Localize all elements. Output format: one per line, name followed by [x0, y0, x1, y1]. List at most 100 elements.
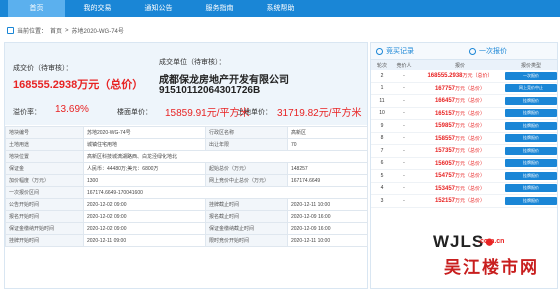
field-label: 保证金	[5, 162, 84, 175]
bid-price-number: 158557	[434, 135, 455, 142]
field-value: 2020-12-11 10:00	[287, 198, 368, 211]
bid-bidder: -	[403, 110, 405, 117]
bid-round: 7	[380, 147, 384, 154]
tab-one-time-bid[interactable]: 一次报价	[464, 46, 557, 56]
premium-label: 溢价率：	[13, 109, 41, 116]
bid-price-unit: 万元（总价）	[455, 98, 486, 105]
bid-bidder: -	[403, 197, 405, 204]
field-value: 高新区科技城漓湖路西、白龙泾绿化地北	[83, 150, 368, 163]
bid-type-tag: 挂牌报价	[505, 96, 557, 105]
bid-price-number: 156057	[434, 160, 455, 167]
bid-price-unit: 万元（总价）	[455, 123, 486, 130]
field-label: 公告开始时间	[5, 198, 84, 211]
nav-service-guide[interactable]: 服务指南	[191, 0, 248, 17]
bid-price-number: 157357	[434, 148, 455, 155]
bid-price: 157357万元（总价）	[415, 147, 505, 154]
nav-notices[interactable]: 通知公告	[130, 0, 187, 17]
field-label: 报名开始时间	[5, 210, 84, 223]
field-value: 2020-12-02 09:00	[83, 198, 206, 211]
buyer-name: 成都保龙房地产开发有限公司	[159, 75, 289, 86]
tab-bid-record[interactable]: 竞买记录	[371, 46, 464, 56]
bid-price-unit: 万元（总价）	[455, 185, 486, 192]
bid-type: 挂牌报价	[505, 184, 557, 193]
premium-value: 13.69%	[55, 104, 89, 115]
bid-price: 154757万元（总价）	[415, 172, 505, 179]
bid-bidder: -	[403, 135, 405, 142]
table-row: 公告开始时间 2020-12-02 09:00 挂牌截止时间 2020-12-11 1…	[5, 198, 368, 211]
bid-round: 2	[380, 72, 384, 79]
bid-price-unit: 万元（总价）	[455, 135, 486, 142]
breadcrumb: 当前位置： 首页 > 苏地2020-WG-74号	[7, 26, 124, 35]
bid-type-tag: 挂牌报价	[505, 121, 557, 130]
bid-price: 165157万元（总价）	[415, 110, 505, 117]
field-value: 1300	[83, 174, 206, 187]
field-label: 地块位置	[5, 150, 84, 163]
bid-bidder: -	[403, 85, 405, 92]
bid-type-tag: 网上竞价中止	[505, 84, 557, 93]
nav-my-trades[interactable]: 我的交易	[69, 0, 126, 17]
floor-price-label: 楼面单价：	[117, 109, 152, 116]
buyer-label: 成交单位（待审核）：	[159, 59, 226, 66]
bid-round: 11	[379, 97, 385, 104]
table-row: 保证金缴纳开始时间 2020-12-02 09:00 保证金缴纳截止时间 2020-1…	[5, 222, 368, 235]
bid-type-tag: 挂牌报价	[505, 196, 557, 205]
field-label: 挂牌截止时间	[205, 198, 288, 211]
bid-price-unit: 万元（总价）	[455, 198, 486, 205]
table-row: 挂牌开始时间 2020-12-11 09:00 限时竞价开始时间 2020-12-11…	[5, 234, 368, 247]
col-bidder: 竞价人	[396, 62, 412, 69]
bid-round: 10	[379, 110, 385, 117]
table-row: 地块位置 高新区科技城漓湖路西、白龙泾绿化地北	[5, 150, 368, 163]
bid-bidder: -	[403, 160, 405, 167]
land-price-label: 土地单价：	[237, 109, 272, 116]
bid-type-tag: 挂牌报价	[505, 146, 557, 155]
bid-type-tag: 挂牌报价	[505, 109, 557, 118]
bid-price: 152157万元（总价）	[415, 197, 505, 204]
bid-row: 2-168555.2938万元（总价） 一次报价	[371, 70, 557, 83]
bid-price: 159857万元（总价）	[415, 122, 505, 129]
bid-price-unit: 万元（总价）	[455, 85, 486, 92]
bid-bidder: -	[403, 122, 405, 129]
bid-table-header: 轮次 竞价人 报价 报价类型	[371, 60, 557, 70]
bid-type: 挂牌报价	[505, 159, 557, 168]
bid-price: 156057万元（总价）	[415, 160, 505, 167]
bid-bidder: -	[403, 72, 405, 79]
table-row: 保证金 人民币：44480万;美元：6800万 起始总价（万元） 148257	[5, 162, 368, 175]
top-nav: 首页 我的交易 通知公告 服务指南 系统帮助	[0, 0, 560, 17]
bid-round: 4	[380, 185, 384, 192]
bid-round: 1	[380, 85, 384, 92]
field-value: 2020-12-02 09:00	[83, 210, 206, 223]
watermark-domain: .com.cn	[478, 238, 505, 245]
tab-bid-record-label: 竞买记录	[386, 48, 414, 55]
field-value: 167174.6649	[287, 174, 368, 187]
price-label: 成交价（待审核）：	[13, 65, 73, 72]
field-label: 一次报价区间	[5, 186, 84, 199]
bid-row: 11-166457万元（总价） 挂牌报价	[371, 95, 557, 108]
bid-row: 5-154757万元（总价） 挂牌报价	[371, 170, 557, 183]
nav-home[interactable]: 首页	[8, 0, 65, 17]
parcel-info-table: 地块编号 苏地2020-WG-74号 行政区名称 高新区 土地用途 城镇住宅用地 出让年限 7…	[5, 126, 368, 247]
bid-price-unit: 万元（总价）	[462, 73, 493, 80]
bid-row: 3-152157万元（总价） 挂牌报价	[371, 195, 557, 208]
field-value: 城镇住宅用地	[83, 138, 206, 151]
bid-row: 9-159857万元（总价） 挂牌报价	[371, 120, 557, 133]
field-label: 挂牌开始时间	[5, 234, 84, 247]
col-type: 报价类型	[520, 62, 541, 69]
breadcrumb-home[interactable]: 首页	[50, 26, 62, 35]
bid-round: 9	[380, 122, 384, 129]
bid-price: 158557万元（总价）	[415, 135, 505, 142]
bid-price: 153457万元（总价）	[415, 185, 505, 192]
bid-row: 4-153457万元（总价） 挂牌报价	[371, 183, 557, 195]
bid-type: 挂牌报价	[505, 96, 557, 105]
table-row: 加价幅度（万元） 1300 网上竞价中止总价（万元） 167174.6649	[5, 174, 368, 187]
record-icon	[376, 47, 383, 55]
field-value: 70	[287, 138, 368, 151]
field-value: 148257	[287, 162, 368, 175]
bid-price-number: 159857	[434, 123, 455, 130]
bid-row: 7-157357万元（总价） 挂牌报价	[371, 145, 557, 158]
quote-icon	[469, 47, 476, 55]
watermark-text: WJLS	[433, 232, 485, 251]
bid-row: 10 - 165157万元（总价） 挂牌报价	[371, 108, 557, 120]
table-row: 报名开始时间 2020-12-02 09:00 报名截止时间 2020-12-09 1…	[5, 210, 368, 223]
nav-system-help[interactable]: 系统帮助	[252, 0, 309, 17]
price-value: 168555.2938万元（总价）	[13, 79, 144, 91]
